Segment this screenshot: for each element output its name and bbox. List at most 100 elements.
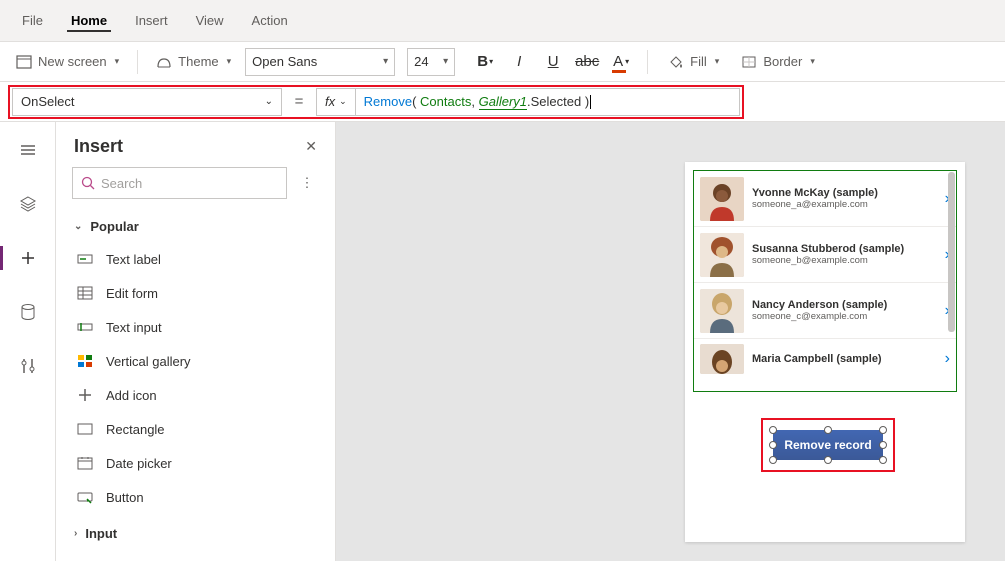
insert-item-label: Add icon (106, 388, 157, 403)
fx-button[interactable]: fx ⌄ (316, 88, 355, 116)
formula-input[interactable]: Remove( Contacts, Gallery1.Selected ) (355, 88, 740, 116)
gallery-row[interactable]: Yvonne McKay (sample)someone_a@example.c… (694, 171, 956, 227)
resize-handle[interactable] (879, 441, 887, 449)
search-placeholder: Search (101, 176, 142, 191)
italic-button[interactable]: I (505, 48, 533, 76)
formula-token-paren: ) (585, 94, 589, 109)
category-popular[interactable]: ⌄ Popular (56, 211, 335, 242)
close-icon[interactable]: ✕ (305, 138, 317, 155)
button-icon (76, 488, 94, 506)
property-selector[interactable]: OnSelect ⌄ (12, 88, 282, 116)
database-icon (20, 303, 36, 321)
insert-item-label: Text input (106, 320, 162, 335)
rail-tools[interactable] (10, 348, 46, 384)
theme-button[interactable]: Theme ▾ (148, 50, 239, 73)
menu-item-home[interactable]: Home (57, 5, 121, 36)
rail-database[interactable] (10, 294, 46, 330)
theme-label: Theme (178, 54, 218, 69)
resize-handle[interactable] (879, 456, 887, 464)
gallery-row[interactable]: Maria Campbell (sample) › (694, 339, 956, 379)
insert-item-vertical-gallery[interactable]: Vertical gallery (56, 344, 335, 378)
gallery-item-name: Maria Campbell (sample) (752, 353, 937, 365)
insert-item-add-icon[interactable]: Add icon (56, 378, 335, 412)
font-size-select[interactable]: 24 ▾ (407, 48, 455, 76)
tools-icon (20, 357, 36, 375)
equals-label: = (282, 93, 316, 110)
fill-button[interactable]: Fill ▾ (660, 50, 727, 73)
new-screen-label: New screen (38, 54, 107, 69)
insert-item-label: Edit form (106, 286, 158, 301)
gallery-control[interactable]: Yvonne McKay (sample)someone_a@example.c… (693, 170, 957, 392)
resize-handle[interactable] (769, 426, 777, 434)
resize-handle[interactable] (769, 441, 777, 449)
chevron-down-icon: ▾ (227, 56, 232, 67)
bold-button[interactable]: B▾ (471, 48, 499, 76)
chevron-down-icon: ▾ (383, 56, 388, 67)
menu-bar: File Home Insert View Action (0, 0, 1005, 42)
gallery-scrollbar[interactable] (948, 172, 955, 332)
rail-insert[interactable] (10, 240, 46, 276)
gallery-row[interactable]: Susanna Stubberod (sample)someone_b@exam… (694, 227, 956, 283)
toolbar-separator (137, 50, 138, 74)
chevron-down-icon: ▾ (810, 56, 815, 67)
avatar (700, 177, 744, 221)
insert-item-label: Date picker (106, 456, 172, 471)
insert-item-rectangle[interactable]: Rectangle (56, 412, 335, 446)
fx-label: fx (325, 94, 335, 109)
gallery-item-email: someone_b@example.com (752, 255, 937, 266)
canvas[interactable]: Yvonne McKay (sample)someone_a@example.c… (336, 122, 1005, 561)
form-icon (76, 284, 94, 302)
menu-item-insert[interactable]: Insert (121, 5, 182, 36)
menu-item-file[interactable]: File (8, 5, 57, 36)
underline-button[interactable]: U (539, 48, 567, 76)
strikethrough-button[interactable]: abc (573, 48, 601, 76)
insert-item-label: Button (106, 490, 144, 505)
insert-item-button[interactable]: Button (56, 480, 335, 514)
menu-item-view[interactable]: View (182, 5, 238, 36)
chevron-down-icon: ▾ (715, 56, 720, 67)
category-label: Input (85, 526, 117, 541)
resize-handle[interactable] (769, 456, 777, 464)
font-color-button[interactable]: A▾ (607, 48, 635, 76)
resize-handle[interactable] (824, 426, 832, 434)
menu-item-action[interactable]: Action (238, 5, 302, 36)
border-button[interactable]: Border ▾ (733, 50, 823, 73)
new-screen-icon (16, 55, 32, 69)
resize-handle[interactable] (824, 456, 832, 464)
search-input[interactable]: Search (72, 167, 287, 199)
calendar-icon (76, 454, 94, 472)
insert-item-date-picker[interactable]: Date picker (56, 446, 335, 480)
more-button[interactable]: ⋮ (295, 175, 319, 191)
selection-highlight: Remove record (761, 418, 895, 472)
remove-record-button[interactable]: Remove record (773, 430, 883, 460)
resize-handle[interactable] (879, 426, 887, 434)
gallery-row[interactable]: Nancy Anderson (sample)someone_c@example… (694, 283, 956, 339)
rail-tree-view[interactable] (10, 132, 46, 168)
rect-icon (76, 420, 94, 438)
formula-token-control: Gallery1 (479, 94, 527, 110)
text-cursor (590, 95, 591, 109)
formula-highlight: OnSelect ⌄ = fx ⌄ Remove( Contacts, Gall… (8, 85, 744, 119)
formula-token-prop: .Selected (527, 94, 585, 109)
avatar (700, 233, 744, 277)
formula-token-datasource: Contacts (420, 94, 471, 109)
formula-token-fn: Remove (364, 94, 412, 109)
insert-item-text-input[interactable]: Text input (56, 310, 335, 344)
fill-icon (668, 55, 684, 69)
main-area: Insert ✕ Search ⋮ ⌄ Popular Text label E… (0, 122, 1005, 561)
font-family-select[interactable]: Open Sans ▾ (245, 48, 395, 76)
toolbar-separator (647, 50, 648, 74)
gallery-item-name: Susanna Stubberod (sample) (752, 243, 937, 255)
insert-item-text-label[interactable]: Text label (56, 242, 335, 276)
gallery-item-email: someone_a@example.com (752, 199, 937, 210)
new-screen-button[interactable]: New screen ▾ (8, 50, 127, 73)
border-label: Border (763, 54, 802, 69)
rail-data[interactable] (10, 186, 46, 222)
insert-item-edit-form[interactable]: Edit form (56, 276, 335, 310)
avatar (700, 344, 744, 374)
chevron-right-icon[interactable]: › (945, 350, 950, 368)
theme-icon (156, 55, 172, 69)
border-icon (741, 55, 757, 69)
gallery-item-email: someone_c@example.com (752, 311, 937, 322)
category-input[interactable]: › Input (56, 518, 335, 549)
